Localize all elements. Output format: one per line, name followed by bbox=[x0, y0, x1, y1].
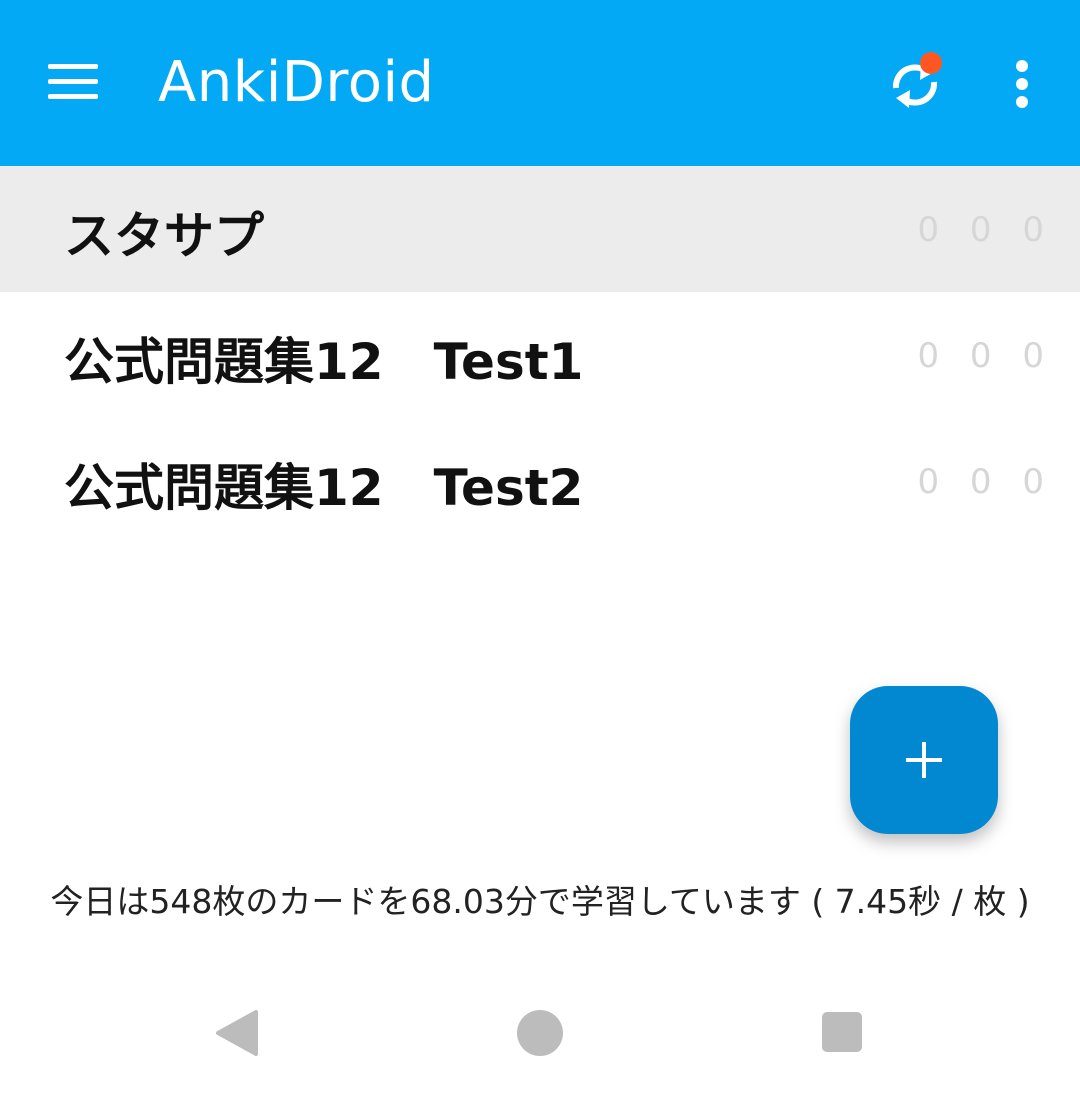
deck-counts: 0 0 0 bbox=[917, 462, 1054, 502]
deck-name: スタサプ bbox=[64, 207, 264, 265]
deck-row[interactable]: 公式問題集12 Test1 0 0 0 bbox=[0, 292, 1080, 418]
deck-list: スタサプ 0 0 0 公式問題集12 Test1 0 0 0 公式問題集12 T… bbox=[0, 166, 1080, 544]
deck-name: 公式問題集12 Test2 bbox=[64, 459, 584, 517]
overflow-menu-icon[interactable] bbox=[1000, 56, 1044, 112]
study-stats-text: 今日は548枚のカードを68.03分で学習しています ( 7.45秒 / 枚 ) bbox=[50, 882, 1030, 921]
back-triangle-icon[interactable] bbox=[214, 1010, 260, 1056]
deck-name: 公式問題集12 Test1 bbox=[64, 333, 584, 391]
deck-counts: 0 0 0 bbox=[917, 210, 1054, 250]
system-nav-bar bbox=[0, 990, 1080, 1102]
home-circle-icon[interactable] bbox=[517, 1010, 563, 1056]
plus-icon-vertical bbox=[922, 742, 926, 778]
deck-row[interactable]: スタサプ 0 0 0 bbox=[0, 166, 1080, 292]
deck-row[interactable]: 公式問題集12 Test2 0 0 0 bbox=[0, 418, 1080, 544]
app-title: AnkiDroid bbox=[158, 50, 435, 115]
app-bar: AnkiDroid bbox=[0, 0, 1080, 166]
deck-counts: 0 0 0 bbox=[917, 336, 1054, 376]
add-fab-button[interactable] bbox=[850, 686, 998, 834]
sync-badge bbox=[920, 52, 942, 74]
sync-button[interactable] bbox=[880, 50, 950, 120]
hamburger-menu-icon[interactable] bbox=[40, 56, 106, 108]
recent-apps-square-icon[interactable] bbox=[822, 1012, 862, 1052]
